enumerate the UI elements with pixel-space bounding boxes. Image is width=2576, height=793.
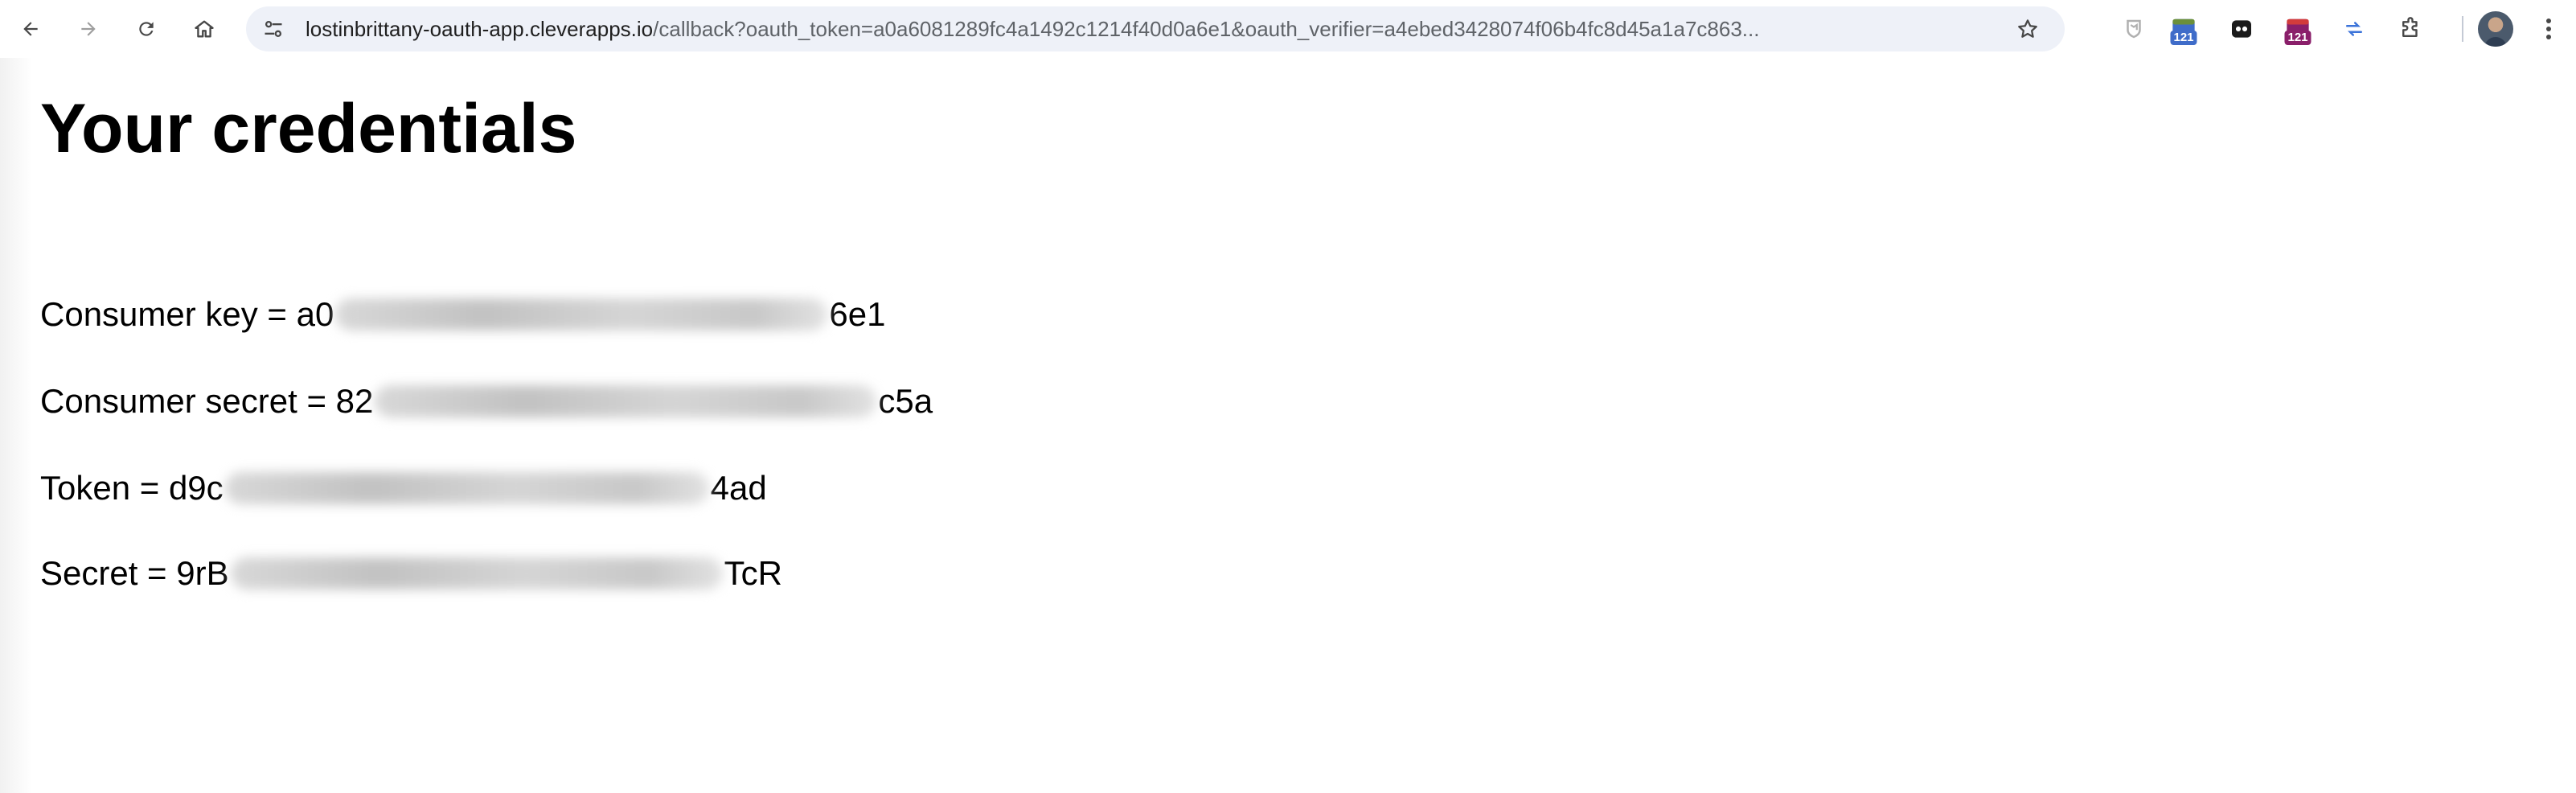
- reload-icon: [139, 22, 154, 36]
- shield-icon: [2127, 19, 2141, 39]
- extension-calendar-blue[interactable]: 121: [2166, 11, 2201, 47]
- url-path: /callback?oauth_token=a0a6081289fc4a1492…: [653, 17, 1760, 41]
- extension-shield[interactable]: [2116, 11, 2151, 47]
- credential-prefix: 82: [335, 382, 374, 420]
- extension-badge: 121: [2170, 31, 2197, 45]
- page-title: Your credentials: [40, 90, 577, 167]
- puzzle-icon: [2402, 17, 2418, 37]
- reload-button[interactable]: [130, 13, 162, 45]
- extensions-button[interactable]: [2393, 11, 2428, 47]
- credential-consumer-secret: Consumer secret = 82 c5a: [40, 381, 933, 421]
- sync-icon: [2346, 22, 2362, 36]
- credential-suffix: 4ad: [710, 469, 767, 507]
- url-text[interactable]: lostinbrittany-oauth-app.cleverapps.io/c…: [306, 6, 1946, 51]
- back-arrow-icon: [23, 22, 38, 36]
- credential-prefix: a0: [296, 295, 334, 333]
- home-icon: [195, 20, 214, 38]
- url-host: lostinbrittany-oauth-app.cleverapps.io: [306, 17, 654, 41]
- credential-label: Secret =: [40, 554, 177, 592]
- credential-label: Token =: [40, 469, 169, 507]
- credential-suffix: TcR: [724, 554, 782, 592]
- bookmark-star-icon[interactable]: [2015, 16, 2041, 42]
- credential-prefix: 9rB: [176, 554, 229, 592]
- redacted-blur: [230, 557, 723, 590]
- extension-badge: 121: [2284, 31, 2311, 45]
- forward-arrow-icon: [81, 22, 96, 36]
- credential-prefix: d9c: [168, 469, 224, 507]
- extension-mask[interactable]: [2224, 11, 2259, 47]
- credential-consumer-key: Consumer key = a0 6e1: [40, 294, 885, 335]
- credential-secret: Secret = 9rB TcR: [40, 553, 782, 594]
- browser-menu-button[interactable]: [2533, 13, 2565, 45]
- credential-suffix: c5a: [878, 382, 933, 420]
- extension-calendar-purple[interactable]: 121: [2280, 11, 2316, 47]
- redacted-blur: [224, 472, 709, 504]
- mask-icon: [2232, 20, 2251, 38]
- extension-sync[interactable]: [2336, 11, 2372, 47]
- credential-label: Consumer secret =: [40, 382, 336, 420]
- redacted-blur: [375, 385, 877, 417]
- page-content: [0, 58, 2576, 793]
- toolbar-divider: [2462, 16, 2463, 42]
- edge-shadow: [0, 58, 32, 793]
- browser-toolbar: lostinbrittany-oauth-app.cleverapps.io/c…: [0, 0, 2576, 58]
- profile-avatar[interactable]: [2478, 11, 2513, 47]
- credential-suffix: 6e1: [829, 295, 886, 333]
- credential-label: Consumer key =: [40, 295, 297, 333]
- credential-token: Token = d9c 4ad: [40, 468, 767, 508]
- redacted-blur: [335, 298, 828, 331]
- back-button[interactable]: [14, 13, 47, 45]
- address-bar[interactable]: lostinbrittany-oauth-app.cleverapps.io/c…: [246, 6, 2065, 51]
- home-button[interactable]: [188, 13, 220, 45]
- site-settings-icon[interactable]: [260, 16, 286, 42]
- more-vertical-icon: [2546, 18, 2551, 39]
- forward-button[interactable]: [72, 13, 105, 45]
